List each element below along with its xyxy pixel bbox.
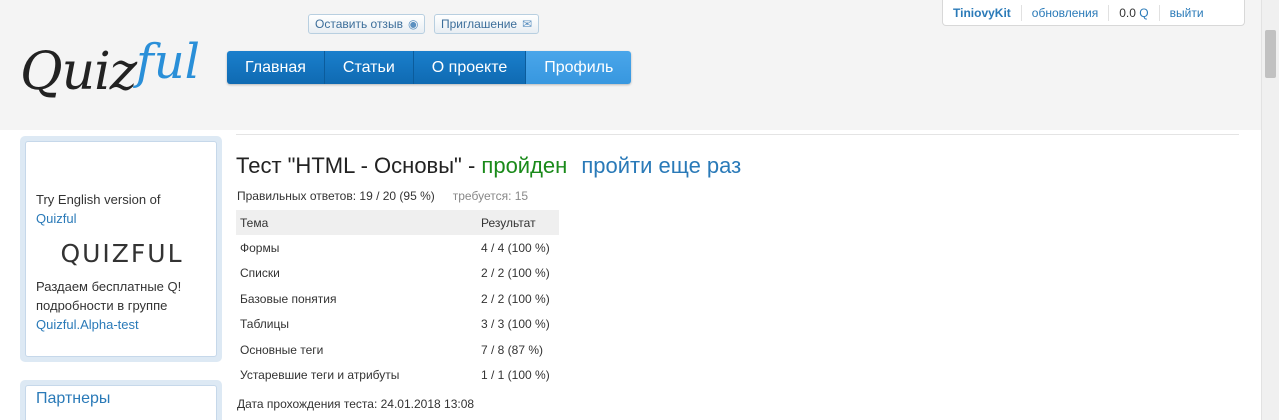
username-link[interactable]: TiniovyKit [943, 4, 1022, 21]
column-header-result: Результат [477, 210, 559, 235]
result-cell: 1 / 1 (100 %) [481, 368, 550, 383]
page-scrollbar[interactable] [1261, 0, 1279, 420]
topic-cell: Таблицы [240, 317, 290, 332]
topic-cell: Основные теги [240, 342, 324, 357]
topic-cell: Базовые понятия [240, 291, 337, 306]
table-row: Списки 2 / 2 (100 %) [236, 261, 559, 287]
test-summary: Правильных ответов: 19 / 20 (95 %) требуе… [237, 189, 528, 203]
retry-test-link[interactable]: пройти еще раз [581, 153, 741, 178]
table-row: Основные теги 7 / 8 (87 %) [236, 337, 559, 363]
score-unit: Q [1139, 5, 1149, 20]
score-display[interactable]: 0.0 Q [1109, 4, 1160, 21]
partners-title: Партнеры [25, 385, 217, 420]
user-bar: TiniovyKit обновления 0.0 Q выйти [942, 0, 1245, 26]
content-divider [236, 134, 1239, 135]
topic-cell: Списки [240, 266, 280, 281]
feedback-button[interactable]: Оставить отзыв ◉ [308, 14, 426, 34]
table-row: Базовые понятия 2 / 2 (100 %) [236, 286, 559, 312]
quizful-logo[interactable]: Quiz ful [18, 20, 218, 120]
promo-inner: Try English version of Quizful QUIZFUL Р… [25, 141, 217, 357]
logo-text-ful: ful [136, 34, 201, 90]
result-cell: 2 / 2 (100 %) [481, 266, 550, 281]
nav-about[interactable]: О проекте [413, 51, 527, 84]
result-cell: 3 / 3 (100 %) [481, 317, 550, 332]
test-name: Тест "HTML - Основы" - [236, 153, 482, 178]
result-cell: 4 / 4 (100 %) [481, 240, 550, 255]
quizful-en-logo-text: QUIZFUL [60, 239, 184, 268]
promo-alpha-test-link[interactable]: Quizful.Alpha-test [36, 317, 139, 332]
table-row: Формы 4 / 4 (100 %) [236, 235, 559, 261]
invite-button[interactable]: Приглашение ✉ [434, 14, 540, 34]
table-header-row: Тема Результат [236, 210, 559, 235]
test-result-title: Тест "HTML - Основы" - пройден пройти еще… [236, 153, 741, 179]
topic-cell: Формы [240, 240, 280, 255]
results-table: Тема Результат Формы 4 / 4 (100 %) Списки… [236, 210, 559, 388]
quizful-en-logo[interactable]: QUIZFUL [36, 241, 208, 266]
promo-details-text: подробности в группе [36, 298, 168, 313]
feedback-label: Оставить отзыв [315, 17, 403, 31]
score-value: 0.0 [1119, 5, 1136, 20]
topic-cell: Устаревшие теги и атрибуты [240, 368, 400, 383]
result-cell: 2 / 2 (100 %) [481, 291, 550, 306]
column-header-topic: Тема [236, 210, 477, 235]
speech-bubble-icon: ◉ [407, 17, 419, 31]
scrollbar-thumb[interactable] [1265, 30, 1276, 78]
required-score: требуется: 15 [452, 189, 529, 203]
correct-answers: Правильных ответов: 19 / 20 (95 %) [237, 189, 435, 203]
main-nav: Главная Статьи О проекте Профиль [227, 51, 632, 84]
test-date: Дата прохождения теста: 24.01.2018 13:08 [237, 397, 475, 411]
promo-free-q-text: Раздаем бесплатные Q! [36, 279, 182, 294]
table-row: Устаревшие теги и атрибуты 1 / 1 (100 %) [236, 363, 559, 389]
updates-link[interactable]: обновления [1022, 4, 1110, 21]
logo-text-quiz: Quiz [20, 42, 137, 102]
nav-home[interactable]: Главная [227, 51, 325, 84]
nav-profile[interactable]: Профиль [526, 51, 632, 84]
promo-english-text: Try English version of [36, 192, 161, 207]
promo-english-link[interactable]: Quizful [36, 211, 76, 226]
envelope-icon: ✉ [522, 17, 533, 31]
logout-link[interactable]: выйти [1160, 5, 1214, 21]
promo-box: Try English version of Quizful QUIZFUL Р… [20, 136, 222, 362]
partners-box: Партнеры [20, 380, 222, 420]
invite-label: Приглашение [441, 17, 518, 31]
result-cell: 7 / 8 (87 %) [481, 342, 544, 357]
test-status: пройден [481, 153, 568, 178]
nav-articles[interactable]: Статьи [324, 51, 414, 84]
table-row: Таблицы 3 / 3 (100 %) [236, 312, 559, 338]
